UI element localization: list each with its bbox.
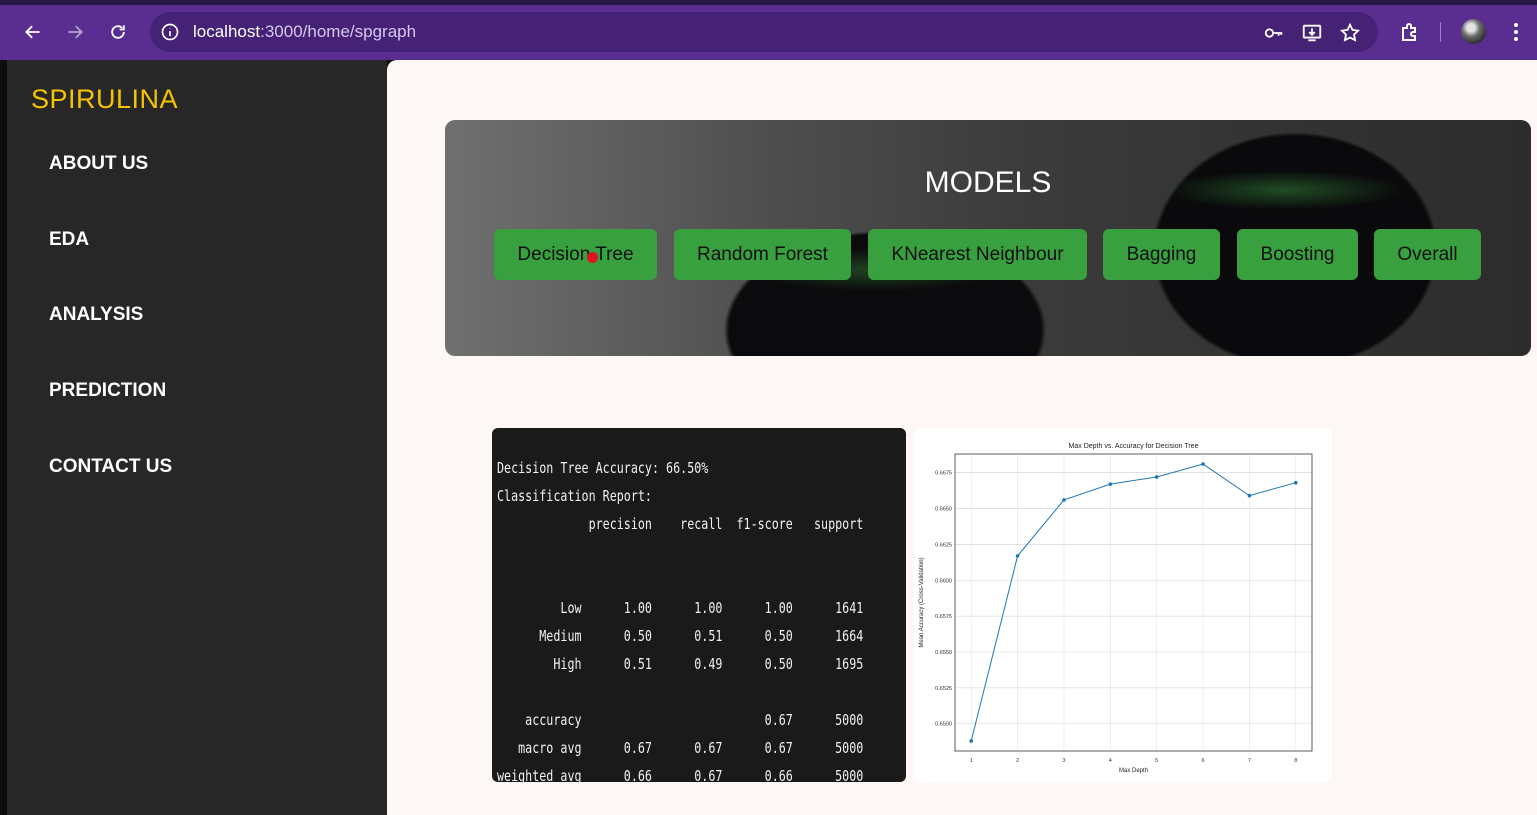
y-tick-label: 0.6575 <box>935 614 952 620</box>
chart-title: Max Depth vs. Accuracy for Decision Tree <box>1069 443 1199 450</box>
menu-kebab-icon[interactable] <box>1504 20 1528 44</box>
tab-strip <box>0 0 1537 5</box>
y-tick-label: 0.6650 <box>935 507 952 513</box>
y-tick-label: 0.6500 <box>935 722 952 728</box>
report-summary-row: macro avg 0.67 0.67 0.67 5000 <box>497 739 864 757</box>
address-bar[interactable]: localhost:3000/home/spgraph <box>150 12 1378 52</box>
nav-about-us[interactable]: ABOUT US <box>49 153 148 175</box>
models-title: MODELS <box>924 166 1052 199</box>
knearest-neighbour-button[interactable]: KNearest Neighbour <box>868 229 1087 280</box>
sidebar: SPIRULINA ABOUT US EDA ANALYSIS PREDICTI… <box>7 60 387 815</box>
data-point <box>1293 480 1298 485</box>
series-line <box>970 463 1296 742</box>
forward-icon[interactable] <box>61 18 89 46</box>
site-info-icon[interactable] <box>160 22 180 42</box>
url-path: :3000/home/spgraph <box>260 22 417 41</box>
data-point <box>1015 554 1020 558</box>
x-tick-label: 4 <box>1109 758 1112 764</box>
nav-prediction[interactable]: PREDICTION <box>49 380 166 402</box>
report-row: Medium 0.50 0.51 0.50 1664 <box>497 627 864 645</box>
y-tick-label: 0.6625 <box>935 542 952 548</box>
data-point <box>1201 462 1205 466</box>
toolbar-divider <box>1440 22 1441 42</box>
extensions-icon[interactable] <box>1398 20 1422 44</box>
y-tick-label: 0.6525 <box>935 686 952 692</box>
bookmark-star-icon[interactable] <box>1339 22 1361 44</box>
report-row: High 0.51 0.49 0.50 1695 <box>497 655 864 673</box>
x-tick-label: 3 <box>1062 758 1065 764</box>
y-tick-label: 0.6675 <box>935 471 952 477</box>
y-tick-label: 0.6600 <box>935 578 952 584</box>
x-tick-label: 7 <box>1248 758 1251 764</box>
x-tick-label: 2 <box>1016 758 1019 764</box>
profile-avatar[interactable] <box>1461 19 1486 44</box>
x-tick-label: 1 <box>970 758 973 764</box>
report-heading: Classification Report: <box>497 487 652 505</box>
x-tick-label: 6 <box>1202 758 1205 764</box>
overall-button[interactable]: Overall <box>1374 229 1481 280</box>
mouse-cursor <box>587 252 598 263</box>
boosting-button[interactable]: Boosting <box>1237 229 1358 280</box>
data-point <box>1154 475 1159 479</box>
report-column-headers: precision recall f1-score support <box>497 515 864 533</box>
nav-contact-us[interactable]: CONTACT US <box>49 456 172 478</box>
y-tick-label: 0.6550 <box>935 650 952 656</box>
data-point <box>969 739 974 743</box>
classification-report-panel: Decision Tree Accuracy: 66.50% Classific… <box>492 428 906 785</box>
browser-toolbar: localhost:3000/home/spgraph <box>0 0 1537 60</box>
accuracy-line-chart: 1 2 3 4 5 6 7 8 0.6500 0.6525 0.6550 0.6575 0.6600 0.… <box>919 443 1313 774</box>
data-point <box>1247 493 1252 498</box>
x-axis-label: Max Depth <box>1119 768 1148 774</box>
nav-eda[interactable]: EDA <box>49 229 89 251</box>
accuracy-chart-card: 1 2 3 4 5 6 7 8 0.6500 0.6525 0.6550 0.6575 0.6600 0.… <box>914 428 1332 782</box>
models-banner: MODELS Decision Tree Random Forest KNear… <box>445 120 1531 356</box>
x-tick-label: 8 <box>1294 758 1297 764</box>
report-table: precision recall f1-score support Low 1.… <box>497 515 863 785</box>
install-app-icon[interactable] <box>1301 22 1323 44</box>
password-key-icon[interactable] <box>1263 22 1285 44</box>
url-text[interactable]: localhost:3000/home/spgraph <box>193 22 416 42</box>
reload-icon[interactable] <box>104 18 132 46</box>
report-row: Low 1.00 1.00 1.00 1641 <box>497 599 864 617</box>
report-summary-row: accuracy 0.67 5000 <box>497 711 864 729</box>
data-point <box>1108 482 1113 486</box>
classification-report-text: Decision Tree Accuracy: 66.50% Classific… <box>497 454 863 790</box>
brand-logo[interactable]: SPIRULINA <box>31 84 178 115</box>
main-content: MODELS Decision Tree Random Forest KNear… <box>387 60 1537 815</box>
accuracy-line: Decision Tree Accuracy: 66.50% <box>497 459 709 477</box>
decision-tree-button[interactable]: Decision Tree <box>494 229 657 280</box>
random-forest-button[interactable]: Random Forest <box>674 229 851 280</box>
data-point <box>1062 498 1066 502</box>
nav-analysis[interactable]: ANALYSIS <box>49 304 143 326</box>
back-icon[interactable] <box>19 18 47 46</box>
y-axis-label: Mean Accuracy (Cross-Validation) <box>919 557 925 647</box>
report-summary-row: weighted avg 0.66 0.67 0.66 5000 <box>497 767 864 785</box>
url-host: localhost <box>193 22 261 41</box>
x-tick-label: 5 <box>1155 758 1158 764</box>
bagging-button[interactable]: Bagging <box>1103 229 1220 280</box>
plot-frame <box>954 453 1313 752</box>
